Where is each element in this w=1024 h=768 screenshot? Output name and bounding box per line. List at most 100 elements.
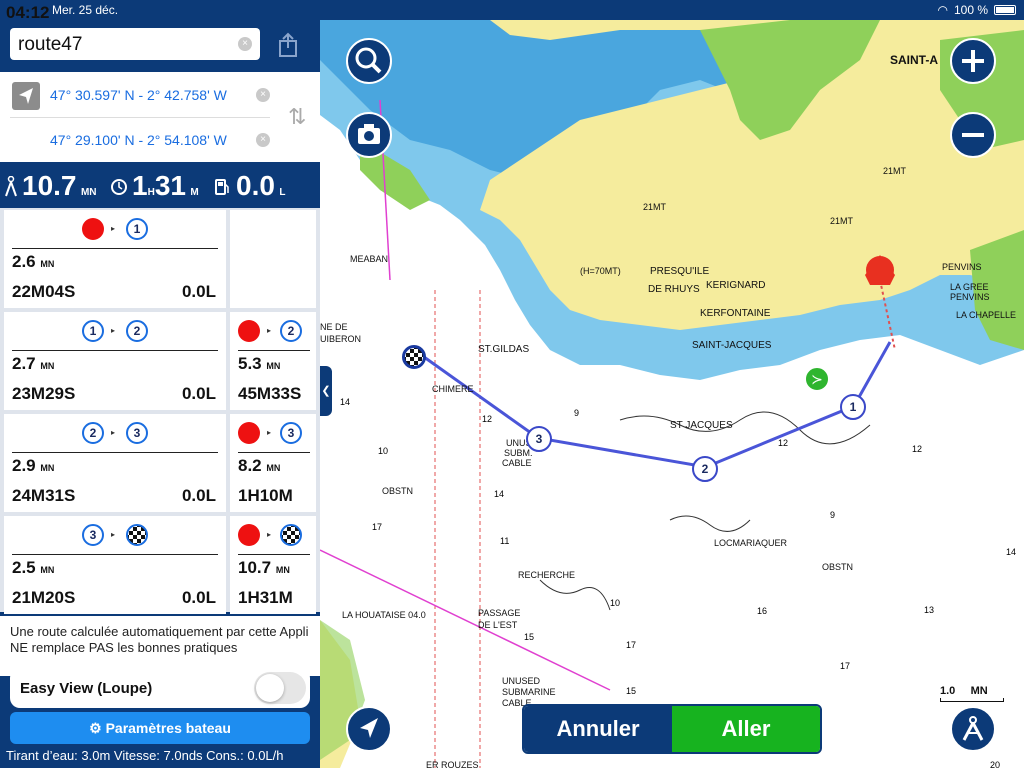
locate-button[interactable] [12, 82, 40, 110]
start-point-icon [238, 320, 260, 342]
start-point-icon [238, 524, 260, 546]
fish-spot-icon[interactable]: ≻ [804, 366, 830, 392]
cancel-button[interactable]: Annuler [524, 706, 672, 752]
map-label: LA HOUATAISE 04.0 [342, 610, 426, 620]
leg-cumulative-cell: ▸ 3 8.2 MN 1H10M [230, 414, 316, 512]
leg-cumulative-cell: ▸ 10.7 MN 1H31M [230, 516, 316, 614]
leg-row[interactable]: 3 ▸ 2.5 MN 21M20S 0.0L ▸ 10.7 MN 1H31M [2, 516, 318, 614]
leg-cumulative-cell [230, 210, 316, 308]
divider [12, 248, 218, 249]
depth-sounding: 20 [990, 760, 1001, 768]
share-button[interactable] [275, 32, 301, 58]
easy-view-toggle[interactable] [254, 672, 306, 704]
depth-sounding: 10 [378, 446, 389, 456]
map-label: ST JACQUES [670, 420, 733, 431]
depth-sounding: 14 [494, 489, 505, 499]
locate-me-button[interactable] [346, 706, 392, 752]
total-distance: 10.7 [22, 170, 77, 201]
search-button[interactable] [346, 38, 392, 84]
leg-row[interactable]: 2 ▸ 3 2.9 MN 24M31S 0.0L ▸ 3 8.2 MN 1H10… [2, 414, 318, 512]
map-label: LA CHAPELLE [956, 310, 1017, 320]
go-button[interactable]: Aller [672, 706, 820, 752]
camera-button[interactable] [346, 112, 392, 158]
route-end-flag-icon[interactable] [402, 345, 426, 369]
leg-fuel: 0.0L [181, 384, 216, 403]
map-label: DE RHUYS [648, 284, 700, 295]
depth-sounding: 14 [340, 397, 351, 407]
depth-sounding: 9 [574, 408, 580, 418]
status-date: Mer. 25 déc. [52, 3, 119, 17]
map-label: SAINT-A [890, 53, 938, 67]
clear-route-name-icon[interactable]: × [238, 37, 252, 51]
arrow-icon: ▸ [111, 326, 116, 335]
leg-distance: 2.6 MN [12, 252, 55, 271]
disclaimer: Une route calculée automatiquement par c… [0, 616, 320, 676]
divider [12, 452, 218, 453]
navigation-arrow-icon [360, 718, 378, 738]
waypoint-badge: 2 [82, 422, 104, 444]
map-label: KERIGNARD [706, 280, 766, 291]
depth-sounding: 14 [1006, 547, 1017, 557]
scale-bar: 1.0 MN [940, 685, 1010, 705]
legs-list[interactable]: ▸ 1 2.6 MN 22M04S 0.0L 1 ▸ 2 2.7 MN 23M2… [0, 208, 320, 614]
leg-cell: 2 ▸ 3 2.9 MN 24M31S 0.0L [4, 414, 226, 512]
arrow-icon: ▸ [267, 428, 272, 437]
depth-sounding: 15 [524, 632, 535, 642]
waypoint-badge: 3 [82, 524, 104, 546]
end-coordinate[interactable]: 47° 29.100' N - 2° 54.108' W [50, 132, 227, 148]
leg-row[interactable]: 1 ▸ 2 2.7 MN 23M29S 0.0L ▸ 2 5.3 MN 45M3… [2, 312, 318, 410]
leg-cell: 1 ▸ 2 2.7 MN 23M29S 0.0L [4, 312, 226, 410]
map-label: PASSAGE [478, 608, 521, 618]
map-label: OBSTN [382, 486, 414, 496]
leg-time: 23M29S [12, 384, 76, 403]
fuel-icon [215, 179, 229, 195]
waypoint-marker[interactable]: 2 [692, 456, 718, 482]
start-point-icon [82, 218, 104, 240]
route-actions: Annuler Aller [522, 704, 822, 754]
map-label: ER ROUZES [426, 760, 479, 768]
waypoint-marker[interactable]: 1 [840, 394, 866, 420]
zoom-out-button[interactable] [950, 112, 996, 158]
waypoint-marker[interactable]: 3 [526, 426, 552, 452]
clock-icon [111, 179, 127, 195]
leg-row[interactable]: ▸ 1 2.6 MN 22M04S 0.0L [2, 210, 318, 308]
zoom-in-button[interactable] [950, 38, 996, 84]
depth-sounding: 11 [500, 536, 510, 546]
minus-icon [962, 133, 984, 137]
depth-sounding: 9 [830, 510, 836, 520]
leg-cumulative-cell: ▸ 2 5.3 MN 45M33S [230, 312, 316, 410]
leg-time: 22M04S [12, 282, 76, 301]
arrow-icon: ▸ [111, 530, 116, 539]
clear-start-icon[interactable]: × [256, 88, 270, 102]
arrow-icon: ▸ [267, 326, 272, 335]
disclaimer-text: Une route calculée automatiquement par c… [10, 624, 309, 655]
map-label: PENVINS [942, 262, 982, 272]
map-label: 21MT [883, 166, 907, 176]
depth-sounding: 17 [840, 661, 851, 671]
collapse-panel-button[interactable]: ❮ [320, 366, 332, 416]
map-label: UNUSED [502, 676, 541, 686]
cumulative-time: 1H31M [238, 588, 293, 607]
divider [12, 554, 218, 555]
depth-sounding: 12 [482, 414, 493, 424]
map-label: NE DE [320, 322, 348, 332]
route-summary: 10.7 MN 1H31 M 0.0 L [0, 168, 320, 204]
depth-sounding: 17 [372, 522, 383, 532]
compass-icon [962, 716, 984, 741]
cumulative-distance: 8.2 MN [238, 456, 281, 475]
map-label: PRESQU'ILE [650, 266, 710, 277]
route-mode-button[interactable] [950, 706, 996, 752]
boat-settings-button[interactable]: ⚙ Paramètres bateau [10, 712, 310, 744]
map-label: LA GREE PENVINS [950, 282, 990, 302]
total-distance-unit: MN [80, 187, 97, 198]
share-icon [279, 32, 297, 57]
clear-end-icon[interactable]: × [256, 133, 270, 147]
map-label: ST.GILDAS [478, 344, 530, 355]
swap-icon[interactable]: ⇅ [288, 104, 310, 130]
start-coordinate[interactable]: 47° 30.597' N - 2° 42.758' W [50, 87, 227, 103]
total-hours-unit: H [147, 187, 155, 198]
route-name-value[interactable]: route47 [18, 34, 82, 56]
map-label: KERFONTAINE [700, 308, 771, 319]
route-name-field[interactable]: route47 × [10, 28, 260, 60]
nautical-chart[interactable]: SAINT-A PRESQU'ILE DE RHUYS KERIGNARD KE… [320, 20, 1024, 768]
